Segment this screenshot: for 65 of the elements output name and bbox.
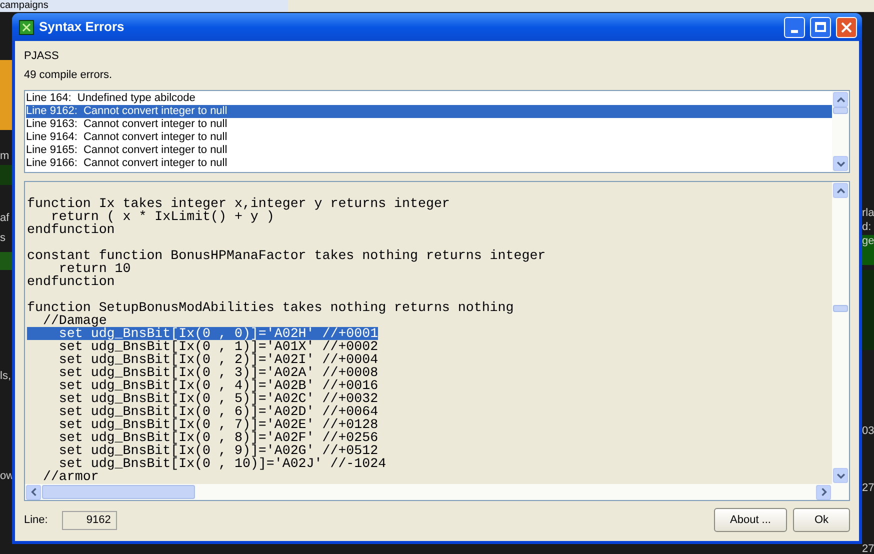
background-text: ge (862, 235, 874, 247)
code-line: //Damage (42, 314, 107, 327)
code-line: function SetupBonusModAbilities takes nothing returns nothing (27, 301, 514, 314)
error-summary: 49 compile errors. (24, 69, 114, 82)
code-line: return ( x * IxLimit() + y ) (50, 210, 274, 223)
code-line: set udg_BnsBit[Ix(0 , 2)]='A02I' //+0004 (58, 353, 378, 366)
app-icon (19, 20, 34, 34)
ok-button[interactable]: Ok (793, 508, 850, 532)
vertical-scrollbar[interactable] (832, 91, 849, 172)
code-line: set udg_BnsBit[Ix(0 , 10)]='A02J' //-1024 (58, 457, 386, 470)
line-field[interactable]: 9162 (62, 510, 117, 530)
background-panel (0, 252, 12, 270)
error-list-item[interactable]: Line 9162: Cannot convert integer to null (26, 105, 832, 118)
background-text: rla (862, 207, 874, 219)
maximize-button[interactable] (810, 16, 831, 38)
scroll-thumb[interactable] (833, 107, 848, 114)
error-list-item[interactable]: Line 9166: Cannot convert integer to null (26, 157, 832, 170)
code-line: set udg_BnsBit[Ix(0 , 1)]='A01X' //+0002 (58, 340, 378, 353)
scroll-down-button[interactable] (833, 468, 848, 483)
code-line: endfunction (27, 275, 115, 288)
code-line: set udg_BnsBit[Ix(0 , 3)]='A02A' //+0008 (58, 366, 378, 379)
scroll-up-button[interactable] (833, 183, 848, 198)
code-line: function Ix takes integer x,integer y returns integer (27, 197, 450, 210)
scroll-thumb[interactable] (833, 305, 848, 312)
background-text: 03 (862, 425, 874, 437)
scroll-left-button[interactable] (26, 484, 41, 500)
background-panel (0, 165, 12, 185)
background-text: d: (862, 221, 872, 233)
about-button[interactable]: About ... (714, 508, 787, 532)
line-label: Line: (24, 512, 48, 528)
code-line: endfunction (27, 223, 115, 236)
close-icon (841, 22, 852, 32)
code-line: set udg_BnsBit[Ix(0 , 7)]='A02E' //+0128 (58, 418, 378, 431)
error-list-item[interactable]: Line 9163: Cannot convert integer to null (26, 118, 832, 131)
code-line: set udg_BnsBit[Ix(0 , 6)]='A02D' //+0064 (58, 405, 378, 418)
error-list-item[interactable]: Line 9165: Cannot convert integer to null (26, 144, 832, 157)
code-line: set udg_BnsBit[Ix(0 , 9)]='A02G' //+0512 (58, 444, 378, 457)
tool-name: PJASS (24, 50, 60, 63)
background-text: 27 (862, 543, 874, 554)
code-line: //armor (42, 470, 99, 483)
window-title: Syntax Errors (39, 18, 126, 36)
vertical-scrollbar[interactable] (832, 182, 849, 484)
scroll-thumb[interactable] (42, 485, 195, 499)
minimize-icon (791, 30, 798, 32)
code-line: constant function BonusHPManaFactor takes nothing returns integer (27, 249, 546, 262)
background-tab-label: campaigns (0, 0, 288, 12)
close-button[interactable] (836, 16, 857, 38)
error-list-item[interactable]: Line 164: Undefined type abilcode (26, 92, 832, 105)
background-panel (862, 235, 874, 265)
code-line: set udg_BnsBit[Ix(0 , 8)]='A02F' //+0256 (58, 431, 378, 444)
horizontal-scrollbar[interactable] (25, 484, 849, 500)
maximize-icon (815, 22, 826, 32)
error-list-item[interactable]: Line 9164: Cannot convert integer to null (26, 131, 832, 144)
scroll-up-button[interactable] (833, 92, 848, 107)
background-text: m (0, 150, 10, 162)
scroll-down-button[interactable] (833, 156, 848, 171)
scroll-right-button[interactable] (816, 484, 831, 500)
minimize-button[interactable] (784, 16, 805, 38)
background-text: af (0, 212, 10, 224)
background-text: 27 (862, 482, 874, 494)
code-line: set udg_BnsBit[Ix(0 , 4)]='A02B' //+0016 (58, 379, 378, 392)
background-text: ls, (0, 370, 11, 382)
background-text: s (0, 232, 6, 244)
code-line: return 10 (58, 262, 131, 275)
code-line: set udg_BnsBit[Ix(0 , 5)]='A02C' //+0032 (58, 392, 378, 405)
